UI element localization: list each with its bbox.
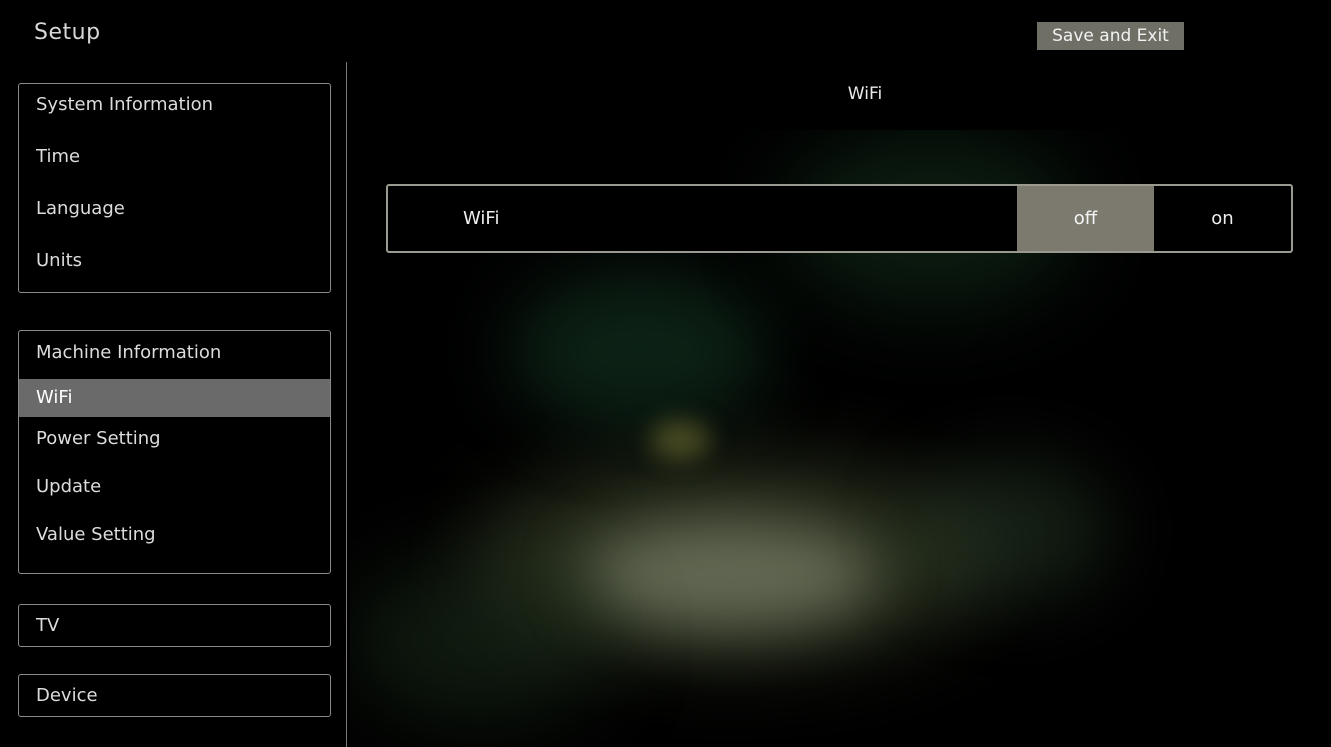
- sidebar-item-system-information[interactable]: System Information: [19, 84, 330, 136]
- sidebar-item-value-setting[interactable]: Value Setting: [19, 513, 330, 561]
- sidebar-item-time[interactable]: Time: [19, 136, 330, 188]
- wifi-option-on[interactable]: on: [1154, 186, 1291, 251]
- bg-blob: [350, 560, 610, 720]
- save-and-exit-button[interactable]: Save and Exit: [1037, 22, 1184, 50]
- sidebar-group-machine: Machine Information WiFi Power Setting U…: [18, 330, 331, 574]
- bg-blob: [510, 270, 770, 430]
- sidebar-group-tv: TV: [18, 604, 331, 647]
- wifi-setting-row: WiFi off on: [386, 184, 1293, 253]
- page-title: Setup: [34, 20, 101, 45]
- sidebar-item-units[interactable]: Units: [19, 240, 330, 292]
- setup-screen: Setup Save and Exit System Information T…: [0, 0, 1331, 747]
- sidebar-item-wifi[interactable]: WiFi: [19, 379, 330, 417]
- wifi-option-off[interactable]: off: [1017, 186, 1154, 251]
- sidebar-item-machine-information[interactable]: Machine Information: [19, 331, 330, 379]
- bg-blob: [650, 420, 710, 460]
- bg-blob: [910, 460, 1110, 600]
- sidebar-group-device: Device: [18, 674, 331, 717]
- sidebar-item-update[interactable]: Update: [19, 465, 330, 513]
- sidebar-item-device[interactable]: Device: [19, 675, 330, 716]
- sidebar-divider: [346, 62, 347, 747]
- bg-blob: [580, 520, 880, 630]
- wifi-setting-label: WiFi: [463, 208, 500, 229]
- sidebar-item-tv[interactable]: TV: [19, 605, 330, 646]
- sidebar-item-language[interactable]: Language: [19, 188, 330, 240]
- sidebar-item-power-setting[interactable]: Power Setting: [19, 417, 330, 465]
- sidebar-group-system: System Information Time Language Units: [18, 83, 331, 293]
- panel-title: WiFi: [847, 84, 883, 104]
